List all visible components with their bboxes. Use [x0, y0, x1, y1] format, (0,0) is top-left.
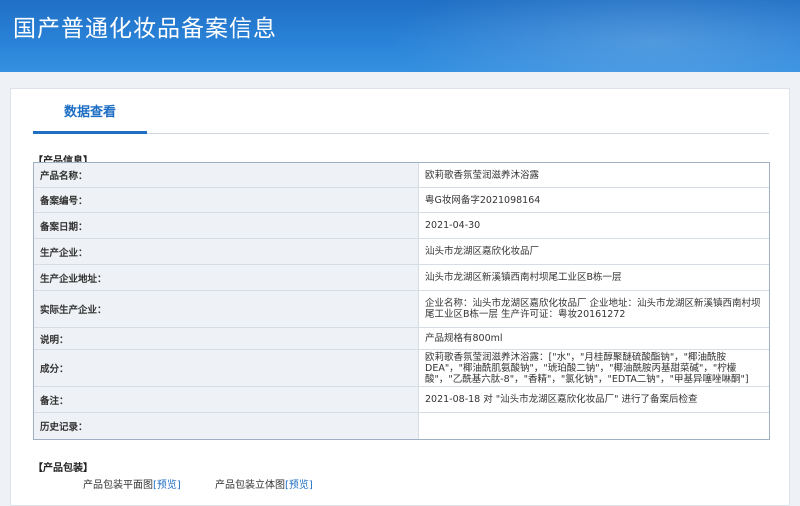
- table-row-description: 说明： 产品规格有800ml: [34, 328, 769, 350]
- table-row-filing-date: 备案日期： 2021-04-30: [34, 213, 769, 239]
- page-header: 国产普通化妆品备案信息: [0, 0, 800, 72]
- row-label: 备注：: [34, 387, 419, 412]
- row-label: 实际生产企业：: [34, 291, 419, 327]
- table-row-manufacturer-address: 生产企业地址： 汕头市龙湖区新溪镇西南村坝尾工业区B栋一层: [34, 265, 769, 291]
- table-row-manufacturer: 生产企业： 汕头市龙湖区嘉欣化妆品厂: [34, 239, 769, 265]
- table-row-ingredients: 成分： 欧莉歌香氛莹润滋养沐浴露：["水"，"月桂醇聚醚硫酸酯钠"，"椰油酰胺D…: [34, 350, 769, 387]
- packaging-stereo-label: 产品包装立体图: [215, 480, 285, 491]
- row-value: 2021-04-30: [425, 220, 481, 231]
- row-value: 汕头市龙湖区嘉欣化妆品厂: [425, 246, 540, 257]
- packaging-flat-label: 产品包装平面图: [83, 480, 153, 491]
- row-label: 生产企业地址：: [34, 265, 419, 290]
- row-label: 历史记录：: [34, 413, 419, 439]
- row-value: [419, 413, 769, 439]
- tab-data-view[interactable]: 数据查看: [33, 89, 147, 134]
- row-value: 粤G妆网备字2021098164: [425, 194, 541, 206]
- packaging-flat-item: 产品包装平面图[预览]: [83, 476, 181, 491]
- table-row-filing-number: 备案编号： 粤G妆网备字2021098164: [34, 188, 769, 213]
- row-label: 说明：: [34, 328, 419, 349]
- table-row-remarks: 备注： 2021-08-18 对 "汕头市龙湖区嘉欣化妆品厂" 进行了备案后检查: [34, 387, 769, 413]
- row-label: 备案编号：: [34, 188, 419, 212]
- stereo-preview-link[interactable]: [预览]: [285, 480, 313, 491]
- row-value: 欧莉歌香氛莹润滋养沐浴露：["水"，"月桂醇聚醚硫酸酯钠"，"椰油酰胺DEA"，…: [425, 351, 749, 385]
- row-value: 欧莉歌香氛莹润滋养沐浴露: [425, 169, 540, 181]
- table-row-actual-manufacturer: 实际生产企业： 企业名称：汕头市龙湖区嘉欣化妆品厂 企业地址：汕头市龙湖区新溪镇…: [34, 291, 769, 328]
- table-row-history: 历史记录：: [34, 413, 769, 439]
- page-title: 国产普通化妆品备案信息: [13, 16, 277, 42]
- row-label: 备案日期：: [34, 213, 419, 238]
- section-label-packaging: 【产品包装】: [33, 463, 93, 474]
- row-value: 2021-08-18 对 "汕头市龙湖区嘉欣化妆品厂" 进行了备案后检查: [425, 394, 698, 405]
- row-label: 成分：: [34, 350, 419, 386]
- row-value: 产品规格有800ml: [425, 333, 503, 344]
- row-value: 汕头市龙湖区新溪镇西南村坝尾工业区B栋一层: [425, 272, 622, 283]
- content-card: 数据查看 【产品信息】 产品名称： 欧莉歌香氛莹润滋养沐浴露 备案编号： 粤G妆…: [10, 88, 790, 506]
- row-value: 企业名称：汕头市龙湖区嘉欣化妆品厂 企业地址：汕头市龙湖区新溪镇西南村坝尾工业区…: [425, 298, 761, 320]
- flat-preview-link[interactable]: [预览]: [153, 480, 181, 491]
- row-label: 产品名称：: [34, 163, 419, 187]
- packaging-stereo-item: 产品包装立体图[预览]: [215, 476, 313, 491]
- table-row-product-name: 产品名称： 欧莉歌香氛莹润滋养沐浴露: [34, 163, 769, 188]
- row-label: 生产企业：: [34, 239, 419, 264]
- tab-bar: 数据查看: [33, 89, 769, 134]
- product-info-table: 产品名称： 欧莉歌香氛莹润滋养沐浴露 备案编号： 粤G妆网备字202109816…: [33, 162, 770, 440]
